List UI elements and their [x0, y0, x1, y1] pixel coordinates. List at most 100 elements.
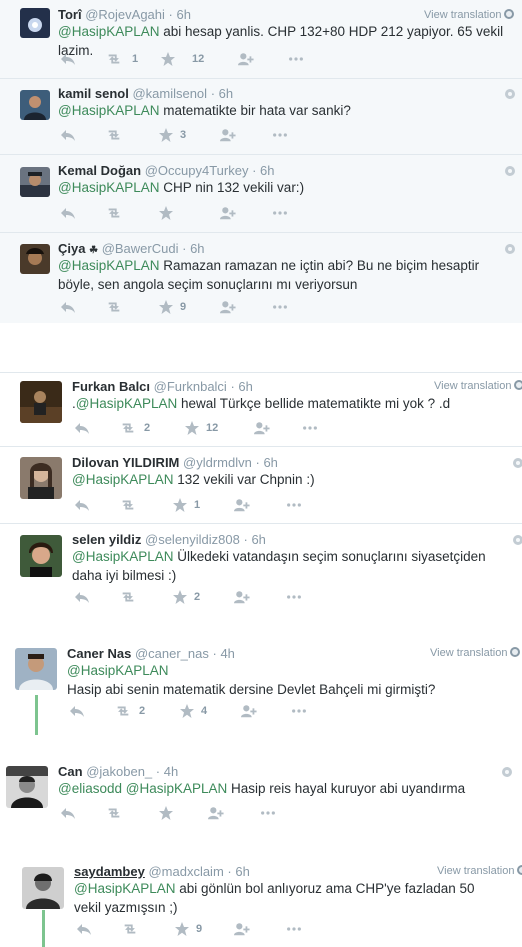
more-icon[interactable] [272, 127, 288, 143]
follow-icon[interactable] [241, 703, 257, 719]
favorite-icon[interactable] [172, 497, 188, 513]
view-translation-link[interactable]: View translation [430, 647, 521, 659]
tweet[interactable]: Dilovan YILDIRIM @yldrmdlvn · 6h @HasipK… [0, 447, 522, 524]
screen-name[interactable]: @RojevAgahi [85, 7, 165, 22]
more-icon[interactable] [288, 51, 304, 67]
reply-icon[interactable] [60, 299, 76, 315]
options-icon[interactable] [505, 89, 515, 99]
more-icon[interactable] [291, 703, 307, 719]
retweet-icon[interactable] [106, 805, 122, 821]
mention-link[interactable]: @HasipKAPLAN [72, 549, 174, 564]
options-icon[interactable] [505, 166, 515, 176]
timestamp[interactable]: 6h [260, 163, 274, 178]
screen-name[interactable]: @Furknbalci [154, 379, 227, 394]
fullname[interactable]: Furkan Balcı [72, 379, 150, 394]
mention-link[interactable]: @HasipKAPLAN [76, 396, 178, 411]
reply-icon[interactable] [74, 589, 90, 605]
mention-link[interactable]: @HasipKAPLAN [58, 258, 160, 273]
reply-icon[interactable] [60, 51, 76, 67]
favorite-icon[interactable] [184, 420, 200, 436]
fullname[interactable]: Can [58, 764, 83, 779]
tweet[interactable]: Can @jakoben_ · 4h @eliasodd @HasipKAPLA… [0, 755, 522, 835]
timestamp[interactable]: 6h [219, 86, 233, 101]
follow-icon[interactable] [234, 497, 250, 513]
favorite-icon[interactable] [158, 205, 174, 221]
follow-icon[interactable] [220, 205, 236, 221]
screen-name[interactable]: @madxclaim [148, 864, 223, 879]
reply-icon[interactable] [74, 420, 90, 436]
fullname[interactable]: Dilovan YILDIRIM [72, 455, 179, 470]
mention-link[interactable]: @HasipKAPLAN [58, 24, 160, 39]
fullname[interactable]: kamil senol [58, 86, 129, 101]
avatar[interactable] [20, 8, 50, 38]
screen-name[interactable]: @caner_nas [135, 646, 209, 661]
tweet[interactable]: Kemal Doğan @Occupy4Turkey · 6h @HasipKA… [0, 155, 522, 233]
follow-icon[interactable] [208, 805, 224, 821]
timestamp[interactable]: 6h [190, 241, 204, 256]
more-icon[interactable] [302, 420, 318, 436]
timestamp[interactable]: 6h [235, 864, 249, 879]
favorite-icon[interactable] [158, 805, 174, 821]
fullname[interactable]: Çiya [58, 241, 85, 256]
retweet-icon[interactable] [106, 205, 122, 221]
retweet-icon[interactable] [115, 703, 131, 719]
follow-icon[interactable] [254, 420, 270, 436]
reply-icon[interactable] [60, 805, 76, 821]
more-icon[interactable] [286, 589, 302, 605]
favorite-icon[interactable] [158, 299, 174, 315]
avatar[interactable] [20, 381, 62, 423]
avatar[interactable] [20, 535, 62, 577]
tweet[interactable]: saydambey @madxclaim · 6h View translati… [0, 860, 522, 947]
reply-icon[interactable] [69, 703, 85, 719]
retweet-icon[interactable] [120, 589, 136, 605]
mention-link[interactable]: @HasipKAPLAN [67, 661, 507, 680]
follow-icon[interactable] [238, 51, 254, 67]
options-icon[interactable] [513, 458, 522, 468]
screen-name[interactable]: @kamilsenol [132, 86, 207, 101]
favorite-icon[interactable] [160, 51, 176, 67]
retweet-icon[interactable] [120, 420, 136, 436]
mention-link[interactable]: @eliasodd [58, 781, 122, 796]
screen-name[interactable]: @yldrmdlvn [183, 455, 252, 470]
screen-name[interactable]: @BawerCudi [102, 241, 179, 256]
avatar[interactable] [20, 244, 50, 274]
favorite-icon[interactable] [172, 589, 188, 605]
tweet[interactable]: selen yildiz @selenyildiz808 · 6h @Hasip… [0, 524, 522, 616]
more-icon[interactable] [260, 805, 276, 821]
mention-link[interactable]: @HasipKAPLAN [126, 781, 228, 796]
mention-link[interactable]: @HasipKAPLAN [58, 180, 160, 195]
avatar[interactable] [22, 867, 64, 909]
favorite-icon[interactable] [158, 127, 174, 143]
tweet[interactable]: Çiya ☘ @BawerCudi · 6h @HasipKAPLAN Rama… [0, 233, 522, 323]
mention-link[interactable]: @HasipKAPLAN [72, 472, 174, 487]
timestamp[interactable]: 4h [164, 764, 178, 779]
avatar[interactable] [6, 766, 48, 808]
screen-name[interactable]: @jakoben_ [86, 764, 152, 779]
timestamp[interactable]: 6h [251, 532, 265, 547]
tweet[interactable]: kamil senol @kamilsenol · 6h @HasipKAPLA… [0, 79, 522, 155]
avatar[interactable] [20, 90, 50, 120]
retweet-icon[interactable] [120, 497, 136, 513]
fullname[interactable]: Caner Nas [67, 646, 131, 661]
reply-icon[interactable] [60, 205, 76, 221]
fullname[interactable]: Torî [58, 7, 82, 22]
favorite-icon[interactable] [174, 921, 190, 937]
reply-icon[interactable] [60, 127, 76, 143]
options-icon[interactable] [513, 535, 522, 545]
tweet[interactable]: Furkan Balcı @Furknbalci · 6h View trans… [0, 372, 522, 447]
fullname[interactable]: Kemal Doğan [58, 163, 141, 178]
more-icon[interactable] [286, 497, 302, 513]
retweet-icon[interactable] [106, 299, 122, 315]
follow-icon[interactable] [220, 127, 236, 143]
tweet[interactable]: Torî @RojevAgahi · 6h View translation @… [0, 0, 522, 79]
tweet[interactable]: Caner Nas @caner_nas · 4h View translati… [0, 640, 522, 735]
view-translation-link[interactable]: View translation [434, 380, 522, 392]
timestamp[interactable]: 6h [177, 7, 191, 22]
view-translation-link[interactable]: View translation [437, 865, 522, 877]
follow-icon[interactable] [234, 921, 250, 937]
timestamp[interactable]: 6h [263, 455, 277, 470]
favorite-icon[interactable] [179, 703, 195, 719]
reply-icon[interactable] [76, 921, 92, 937]
mention-link[interactable]: @HasipKAPLAN [74, 881, 176, 896]
timestamp[interactable]: 6h [238, 379, 252, 394]
